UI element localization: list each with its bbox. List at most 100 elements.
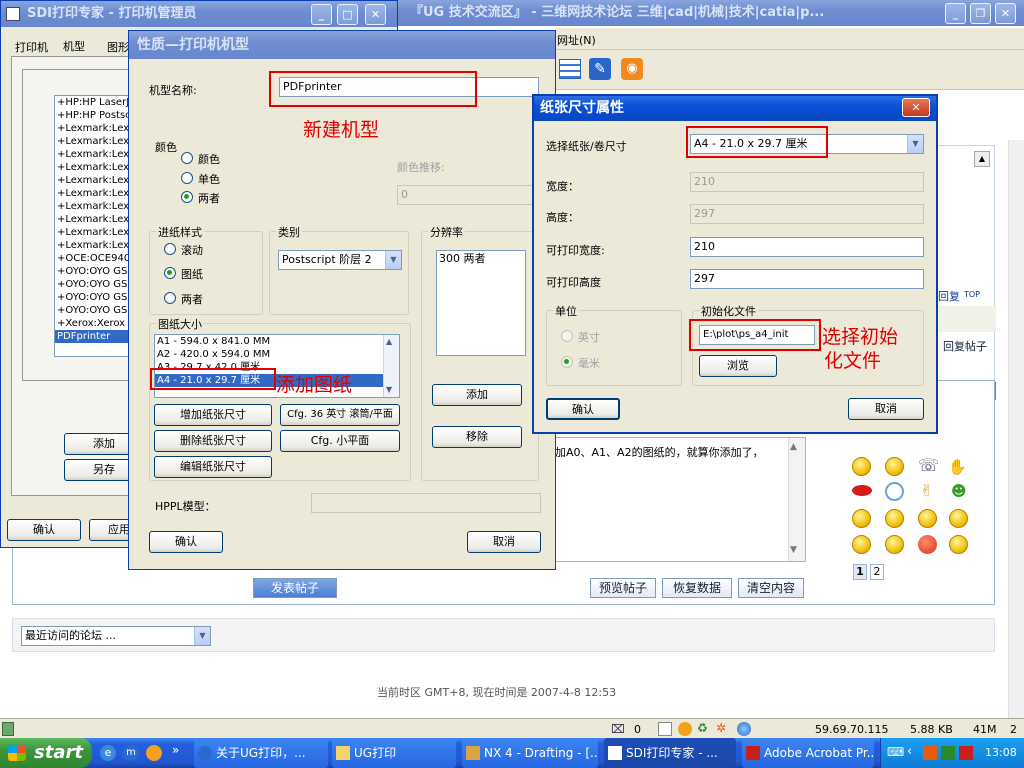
- printer-list-item[interactable]: +Lexmark:Lexm: [55, 135, 133, 148]
- start-button[interactable]: start: [0, 738, 92, 768]
- size-a1[interactable]: A1 - 594.0 x 841.0 MM: [155, 335, 399, 348]
- color-radio-color[interactable]: 颜色: [181, 151, 220, 167]
- page-2[interactable]: 2: [870, 564, 884, 580]
- top-link[interactable]: TOP: [964, 290, 980, 299]
- unit-radio-inch[interactable]: 英寸: [561, 329, 600, 345]
- scroll-down-icon[interactable]: ▼: [386, 385, 392, 394]
- printer-list-item[interactable]: +Lexmark:Lexm: [55, 122, 133, 135]
- post-button[interactable]: 发表帖子: [253, 578, 337, 598]
- scroll-up-icon[interactable]: ▲: [790, 442, 797, 452]
- tab-printer[interactable]: 打印机: [15, 39, 48, 55]
- minimize-icon[interactable]: _: [945, 3, 966, 24]
- angry-icon[interactable]: [918, 535, 937, 554]
- browser-titlebar[interactable]: 『UG 技术交流区』 - 三维网技术论坛 三维|cad|机械|技术|catia|…: [390, 0, 1024, 26]
- victory-icon[interactable]: ✌: [920, 481, 933, 500]
- feed-radio-both[interactable]: 两者: [164, 291, 203, 307]
- feed-radio-sheet[interactable]: 图纸: [164, 266, 203, 282]
- printer-list-item[interactable]: +OYO:OYO GS: [55, 265, 133, 278]
- manager-titlebar[interactable]: SDI打印专家 - 打印机管理员 _ □ ✕: [1, 1, 397, 27]
- textarea-scrollbar[interactable]: [788, 438, 805, 561]
- reply-link[interactable]: 回复: [938, 288, 960, 304]
- resolution-remove-button[interactable]: 移除: [432, 426, 522, 448]
- maximize-icon[interactable]: □: [337, 4, 358, 25]
- maxthon-icon[interactable]: m: [123, 745, 139, 761]
- close-icon[interactable]: ✕: [365, 4, 386, 25]
- wink-icon[interactable]: [885, 457, 904, 476]
- laugh-icon[interactable]: [852, 509, 871, 528]
- ie-icon[interactable]: e: [100, 745, 116, 761]
- printer-list-item[interactable]: +HP:HP LaserJ: [55, 96, 133, 109]
- page-scrollbar[interactable]: [1008, 140, 1024, 718]
- grin-icon[interactable]: [918, 509, 937, 528]
- printer-list-item[interactable]: +OYO:OYO GS: [55, 278, 133, 291]
- menu-address[interactable]: 网址(N): [557, 32, 596, 48]
- manager-ok-button[interactable]: 确认: [7, 519, 81, 541]
- color-recommend-input[interactable]: 0: [397, 185, 537, 205]
- tray-app-icon[interactable]: [923, 746, 937, 760]
- close-icon[interactable]: ✕: [995, 3, 1016, 24]
- restore-icon[interactable]: ❐: [970, 3, 991, 24]
- post-textarea[interactable]: 加A0、A1、A2的图纸的，就算你添加了， ▲ ▼: [550, 437, 806, 562]
- cry-icon[interactable]: [949, 535, 968, 554]
- browse-button[interactable]: 浏览: [699, 355, 777, 377]
- edit-icon[interactable]: ✎: [589, 58, 611, 80]
- kaspersky-icon[interactable]: [959, 746, 973, 760]
- recent-forum-select[interactable]: 最近访问的论坛 ... ▼: [21, 626, 211, 646]
- printer-list-item[interactable]: +HP:HP Postsc: [55, 109, 133, 122]
- color-radio-both[interactable]: 两者: [181, 190, 220, 206]
- taskbar-item-sdi[interactable]: SDI打印专家 - ...: [604, 738, 736, 768]
- add-paper-size-button[interactable]: 增加纸张尺寸: [154, 404, 272, 426]
- tab-model[interactable]: 机型: [63, 38, 85, 54]
- cfg-small-button[interactable]: Cfg. 小平面: [280, 430, 400, 452]
- unit-radio-mm[interactable]: 毫米: [561, 355, 600, 371]
- hppl-input[interactable]: [311, 493, 541, 513]
- rss-icon[interactable]: ◉: [621, 58, 643, 80]
- printer-list-item[interactable]: +Xerox:Xerox 8: [55, 317, 133, 330]
- feed-radio-roll[interactable]: 滚动: [164, 242, 203, 258]
- restore-button[interactable]: 恢复数据: [662, 578, 732, 598]
- page-1[interactable]: 1: [853, 564, 867, 580]
- block-icon[interactable]: [678, 722, 692, 736]
- printer-list-item[interactable]: +OYO:OYO GS: [55, 291, 133, 304]
- width-input[interactable]: 210: [690, 172, 924, 192]
- chevron-down-icon[interactable]: ▼: [907, 135, 923, 153]
- confused-icon[interactable]: [852, 535, 871, 554]
- scroll-down-icon[interactable]: ▼: [790, 545, 797, 555]
- person-icon[interactable]: ☻: [951, 482, 967, 500]
- delete-paper-size-button[interactable]: 删除纸张尺寸: [154, 430, 272, 452]
- keyboard-icon[interactable]: ⌨: [887, 745, 904, 759]
- taskbar-item-ug-folder[interactable]: UG打印: [332, 738, 456, 768]
- color-radio-mono[interactable]: 单色: [181, 171, 220, 187]
- printer-list-item[interactable]: +Lexmark:Lexm: [55, 161, 133, 174]
- model-ok-button[interactable]: 确认: [149, 531, 223, 553]
- chevron-down-icon[interactable]: ▼: [194, 627, 210, 645]
- blush-icon[interactable]: [885, 535, 904, 554]
- printer-list-item[interactable]: +Lexmark:Lexm: [55, 174, 133, 187]
- flower-icon[interactable]: ✲: [716, 721, 726, 735]
- paper-ok-button[interactable]: 确认: [546, 398, 620, 420]
- paper-cancel-button[interactable]: 取消: [848, 398, 924, 420]
- taskbar-item-ug-print-post[interactable]: 关于UG打印，...: [194, 738, 328, 768]
- printer-list-item[interactable]: +OYO:OYO GS: [55, 304, 133, 317]
- taskbar-item-acrobat[interactable]: Adobe Acrobat Pr...: [742, 738, 874, 768]
- printable-height-input[interactable]: 297: [690, 269, 924, 289]
- preview-button[interactable]: 预览帖子: [590, 578, 656, 598]
- tongue-icon[interactable]: [885, 509, 904, 528]
- printable-width-input[interactable]: 210: [690, 237, 924, 257]
- list-icon[interactable]: [559, 59, 581, 79]
- edit-paper-size-button[interactable]: 编辑纸张尺寸: [154, 456, 272, 478]
- printer-list-item[interactable]: +Lexmark:Lexm: [55, 239, 133, 252]
- chevron-right-icon[interactable]: »: [172, 743, 179, 757]
- clock-icon[interactable]: [885, 482, 904, 501]
- bin-icon[interactable]: ⌧: [611, 722, 625, 736]
- close-icon[interactable]: ✕: [902, 98, 930, 117]
- globe-icon[interactable]: [737, 722, 751, 736]
- height-input[interactable]: 297: [690, 204, 924, 224]
- printer-list[interactable]: +HP:HP LaserJ +HP:HP Postsc +Lexmark:Lexm +…: [54, 95, 134, 357]
- scroll-up-icon[interactable]: ▲: [974, 151, 990, 167]
- printer-list-item[interactable]: +Lexmark:Lexm: [55, 226, 133, 239]
- minimize-icon[interactable]: _: [311, 4, 332, 25]
- smile-icon[interactable]: [852, 457, 871, 476]
- size-a2[interactable]: A2 - 420.0 x 594.0 MM: [155, 348, 399, 361]
- popup-icon[interactable]: [658, 722, 672, 736]
